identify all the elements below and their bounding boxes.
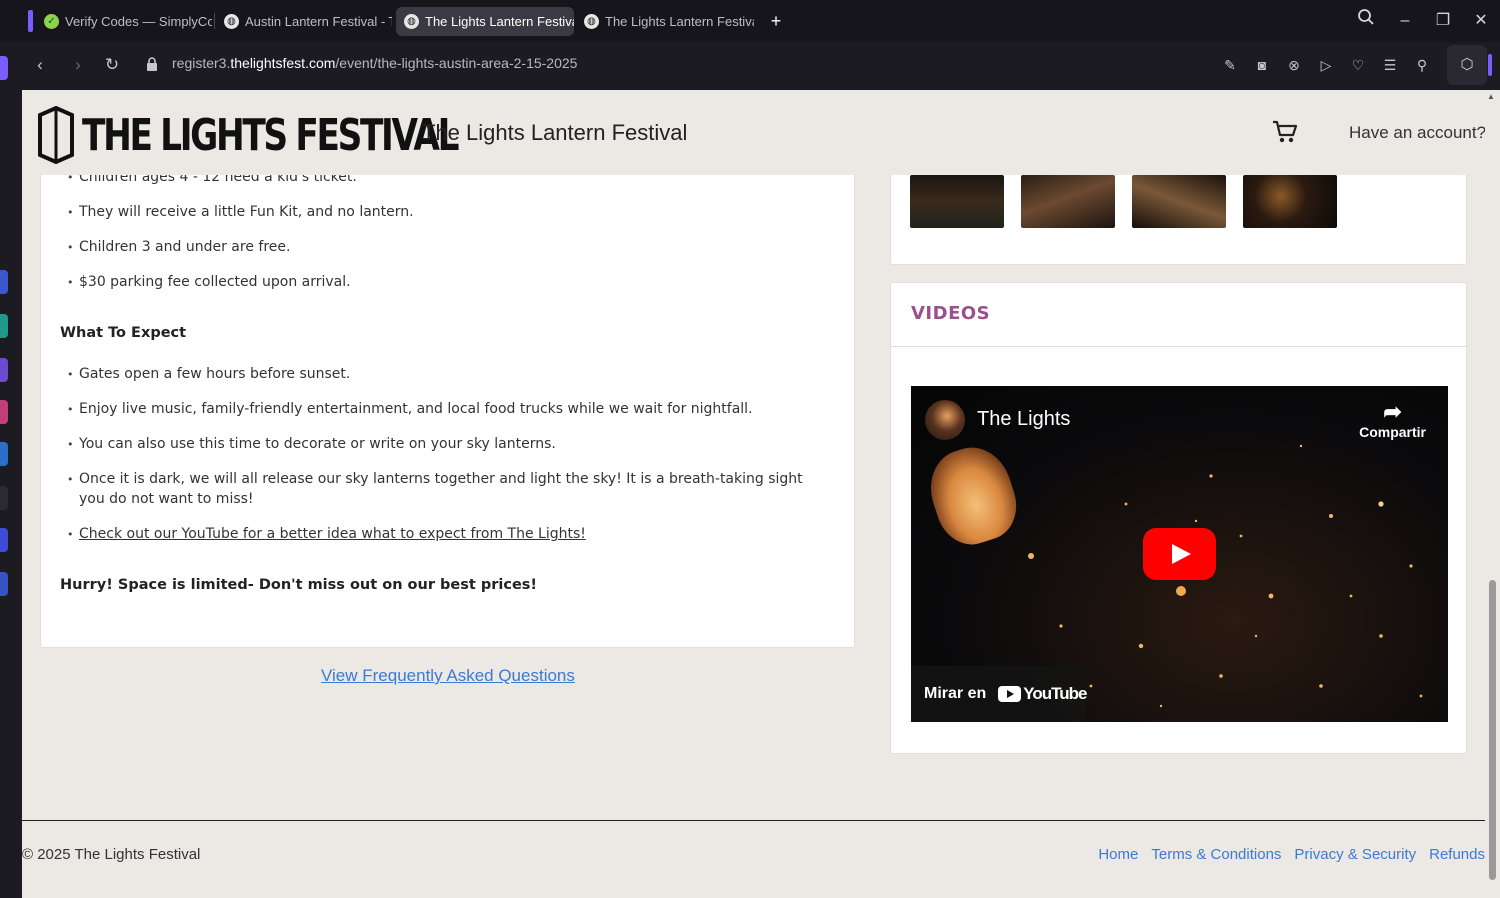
sidebar-item[interactable] xyxy=(0,314,8,338)
list-item: Children 3 and under are free. xyxy=(67,238,414,257)
footer-links: Home Terms & Conditions Privacy & Securi… xyxy=(1085,846,1485,863)
play-button[interactable] xyxy=(1143,528,1216,580)
tab-title: Austin Lantern Festival - The Lights xyxy=(245,14,392,29)
close-icon[interactable]: ✕ xyxy=(1468,8,1494,34)
lights-logo-icon[interactable] xyxy=(36,106,76,164)
footer-link-privacy[interactable]: Privacy & Security xyxy=(1294,846,1416,863)
logo-text[interactable]: THE LIGHTS FESTIVAL xyxy=(82,110,459,161)
copyright-text: © 2025 The Lights Festival xyxy=(22,846,201,863)
edit-icon[interactable]: ✎ xyxy=(1219,54,1241,76)
footer-link-home[interactable]: Home xyxy=(1098,846,1138,863)
tab-title: The Lights Lantern Festival xyxy=(425,14,574,29)
list-item: Enjoy live music, family-friendly entert… xyxy=(67,400,807,419)
photo-thumbnail[interactable] xyxy=(1021,175,1115,228)
tab-title: The Lights Lantern Festival xyxy=(605,14,754,29)
watch-on-label: Mirar en xyxy=(924,685,987,702)
sidebar-item[interactable] xyxy=(0,486,8,510)
channel-avatar[interactable] xyxy=(925,400,965,440)
video-title[interactable]: The Lights xyxy=(977,408,1070,431)
sidebar-item[interactable] xyxy=(0,528,8,552)
share-icon: ➦ xyxy=(1383,399,1402,424)
site-header: THE LIGHTS FESTIVAL The Lights Lantern F… xyxy=(22,90,1485,175)
restore-icon[interactable]: ❐ xyxy=(1430,8,1456,34)
list-item: Check out our YouTube for a better idea … xyxy=(67,525,807,544)
photo-thumbnail[interactable] xyxy=(1132,175,1226,228)
reload-icon[interactable]: ↻ xyxy=(100,53,124,77)
what-to-expect-heading: What To Expect xyxy=(60,325,187,341)
watch-on-youtube-button[interactable]: Mirar en YouTube xyxy=(911,666,1087,722)
sidebar-item[interactable] xyxy=(0,572,8,596)
back-icon[interactable]: ‹ xyxy=(28,53,52,77)
videos-heading: VIDEOS xyxy=(911,303,991,324)
photo-thumbnail[interactable] xyxy=(910,175,1004,228)
tab-verify-codes[interactable]: ✓ Verify Codes — SimplyCodes xyxy=(36,7,212,36)
youtube-logo: YouTube xyxy=(998,684,1087,704)
divider xyxy=(891,346,1468,347)
page-viewport: Children ages 4 - 12 need a kid's ticket… xyxy=(22,90,1485,898)
faq-link[interactable]: View Frequently Asked Questions xyxy=(321,666,575,686)
youtube-brand-text: YouTube xyxy=(1023,684,1087,703)
browser-sidebar xyxy=(0,42,22,898)
videos-card: VIDEOS The Lights ➦ Compartir Mirar en Y… xyxy=(890,282,1468,754)
cart-icon[interactable] xyxy=(1272,120,1298,144)
footer-link-refunds[interactable]: Refunds xyxy=(1429,846,1485,863)
photo-thumbnail[interactable] xyxy=(1243,175,1337,228)
sidebar-accent xyxy=(1488,54,1492,76)
menu-icon[interactable]: ☰ xyxy=(1379,54,1401,76)
footer-divider xyxy=(22,820,1485,821)
list-item: They will receive a little Fun Kit, and … xyxy=(67,203,414,222)
list-item: You can also use this time to decorate o… xyxy=(67,435,807,454)
search-tabs-icon[interactable] xyxy=(1353,8,1379,34)
minimize-icon[interactable]: – xyxy=(1392,8,1418,34)
url-domain: thelightsfest.com xyxy=(230,55,336,71)
url-field[interactable]: register3.thelightsfest.com/event/the-li… xyxy=(172,55,577,71)
tab-austin-lantern[interactable]: ◍ Austin Lantern Festival - The Lights xyxy=(216,7,392,36)
scrollbar-thumb[interactable] xyxy=(1489,580,1496,880)
youtube-play-icon xyxy=(998,686,1022,702)
tab-lights-festival-active[interactable]: ◍ The Lights Lantern Festival xyxy=(396,7,574,36)
tab-lights-festival[interactable]: ◍ The Lights Lantern Festival xyxy=(576,7,754,36)
footer-link-terms[interactable]: Terms & Conditions xyxy=(1151,846,1281,863)
sidebar-item[interactable] xyxy=(0,358,8,382)
list-item: Gates open a few hours before sunset. xyxy=(67,365,807,384)
forward-icon[interactable]: › xyxy=(66,53,90,77)
share-label: Compartir xyxy=(1359,424,1426,440)
ticket-info-list: Children ages 4 - 12 need a kid's ticket… xyxy=(67,168,414,308)
profile-icon[interactable]: ⚲ xyxy=(1411,54,1433,76)
browser-tab-bar: ✓ Verify Codes — SimplyCodes ◍ Austin La… xyxy=(0,0,1500,42)
globe-icon: ◍ xyxy=(404,14,419,29)
heart-icon[interactable]: ♡ xyxy=(1347,54,1369,76)
flow-icon[interactable]: ▷ xyxy=(1315,54,1337,76)
share-button[interactable]: ➦ Compartir xyxy=(1359,399,1426,441)
list-item: $30 parking fee collected upon arrival. xyxy=(67,273,414,292)
tab-separator xyxy=(214,13,215,29)
event-title: The Lights Lantern Festival xyxy=(422,120,688,145)
adblock-icon[interactable]: ⊗ xyxy=(1283,54,1305,76)
scroll-up-icon[interactable]: ▲ xyxy=(1487,92,1495,101)
youtube-embed[interactable]: The Lights ➦ Compartir Mirar en YouTube xyxy=(911,386,1448,722)
sidebar-item[interactable] xyxy=(0,400,8,424)
simplycodes-icon: ✓ xyxy=(44,14,59,29)
sidebar-item[interactable] xyxy=(0,270,8,294)
hurry-text: Hurry! Space is limited- Don't miss out … xyxy=(60,577,538,593)
list-item: Once it is dark, we will all release our… xyxy=(67,470,807,509)
globe-icon: ◍ xyxy=(584,14,599,29)
event-details-card: Children ages 4 - 12 need a kid's ticket… xyxy=(40,150,855,648)
tab-title: Verify Codes — SimplyCodes xyxy=(65,14,212,29)
camera-icon[interactable]: ◙ xyxy=(1251,54,1273,76)
new-tab-button[interactable]: + xyxy=(765,10,787,32)
account-link[interactable]: Have an account? xyxy=(1349,123,1485,143)
url-prefix: register3. xyxy=(172,55,231,71)
workspace-indicator xyxy=(28,10,33,32)
sidebar-item[interactable] xyxy=(0,442,8,466)
youtube-link[interactable]: Check out our YouTube for a better idea … xyxy=(79,526,586,542)
expect-list: Gates open a few hours before sunset. En… xyxy=(67,365,807,560)
extension-cube-icon[interactable]: ⬡ xyxy=(1447,45,1487,85)
globe-icon: ◍ xyxy=(224,14,239,29)
lock-icon xyxy=(147,57,157,71)
sidebar-item[interactable] xyxy=(0,56,8,80)
url-path: /event/the-lights-austin-area-2-15-2025 xyxy=(335,55,578,71)
